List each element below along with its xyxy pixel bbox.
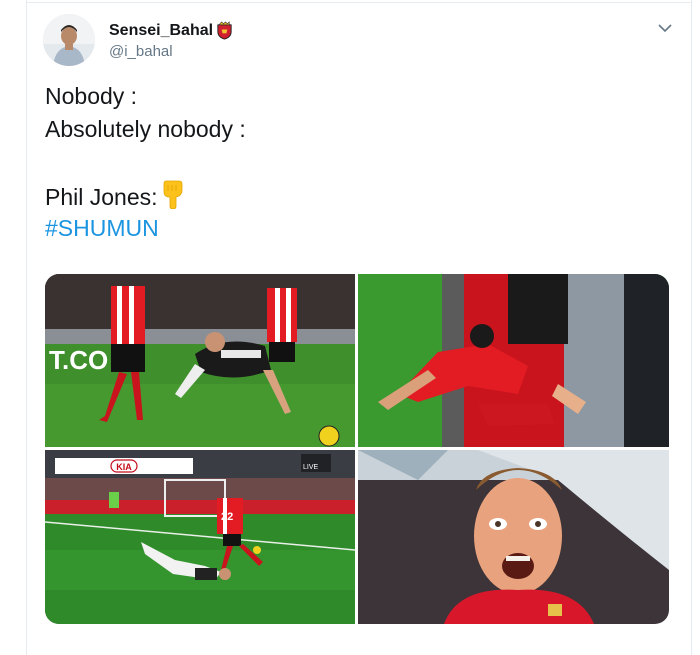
photo-sheffield-fall[interactable]: T.CO [45, 274, 355, 447]
tweet-line: Absolutely nobody : [45, 116, 246, 142]
live-badge: LIVE [303, 464, 319, 471]
hashtag-link[interactable]: #SHUMUN [45, 215, 159, 241]
club-crest-icon [217, 21, 232, 40]
user-handle[interactable]: @i_bahal [109, 43, 173, 60]
display-name[interactable]: Sensei_Bahal [109, 22, 213, 40]
tweet-line [45, 146, 665, 179]
shirt-number: 22 [221, 511, 233, 523]
avatar[interactable] [43, 14, 95, 66]
photo-slide-closeup[interactable] [358, 274, 669, 447]
tweet-card[interactable]: Sensei_Bahal @i_bahal Nobody : Absolutel… [26, 0, 692, 655]
chevron-down-icon[interactable] [657, 22, 673, 34]
sponsor-label: KIA [116, 462, 132, 472]
photo-broadcast-replay[interactable]: KIA LIVE 22 [45, 450, 355, 624]
down-pointing-hand-icon [163, 180, 182, 209]
media-grid: T.CO KIA LIVE 22 [45, 274, 669, 624]
tweet-line: Nobody : [45, 83, 138, 109]
tweet-line: Phil Jones: [45, 179, 665, 212]
hashtag-line: #SHUMUN [45, 212, 665, 245]
overlay-text: T.CO [49, 345, 108, 375]
photo-shocked-face[interactable] [358, 450, 669, 624]
tweet-text: Nobody : Absolutely nobody : Phil Jones:… [45, 80, 665, 245]
divider [27, 2, 691, 3]
tweet-line-text: Phil Jones: [45, 184, 158, 210]
